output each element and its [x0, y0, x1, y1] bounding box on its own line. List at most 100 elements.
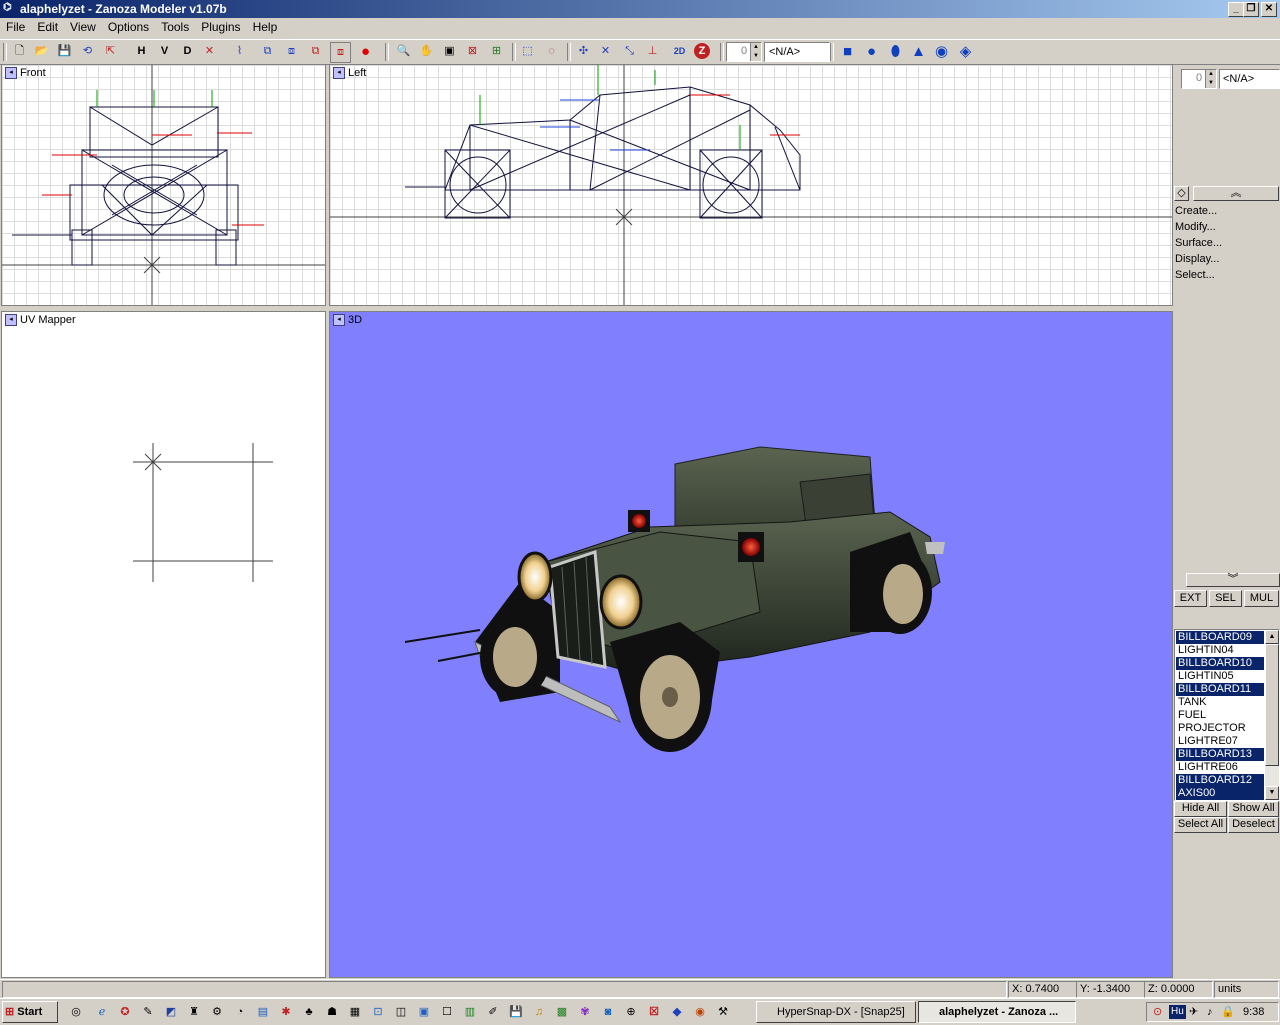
menu-tools[interactable]: Tools	[155, 18, 195, 34]
render-sphere-icon[interactable]: ●	[356, 42, 375, 61]
taskbar-button-hypersnap[interactable]: HyperSnap-DX - [Snap25]	[756, 1001, 916, 1023]
scroll-down-icon[interactable]: ▼	[1265, 786, 1279, 800]
mode-2d-button[interactable]: 2D	[670, 42, 689, 61]
circle-select-icon[interactable]: ◌	[542, 42, 561, 61]
command-surface[interactable]: Surface...	[1175, 237, 1222, 249]
menu-view[interactable]: View	[64, 18, 102, 34]
quicklaunch-icon[interactable]: ◉	[692, 1004, 708, 1020]
scroll-up-icon[interactable]: ▲	[1265, 630, 1279, 644]
quicklaunch-icon[interactable]: ◙	[600, 1004, 616, 1020]
scale-tool-icon[interactable]: ⤡	[620, 42, 639, 61]
quicklaunch-icon[interactable]: ▣	[416, 1004, 432, 1020]
object-list-item[interactable]: PROJECTOR	[1176, 722, 1264, 735]
restore-button[interactable]: ❐	[1243, 2, 1259, 17]
move-tool-icon[interactable]: ✣	[574, 42, 593, 61]
quicklaunch-icon[interactable]: ▤	[255, 1004, 271, 1020]
quicklaunch-icon[interactable]: ⚙	[209, 1004, 225, 1020]
create-cone-icon[interactable]: ▲	[909, 42, 928, 61]
object-list-item[interactable]: AXIS00	[1176, 787, 1264, 800]
command-select[interactable]: Select...	[1175, 269, 1215, 281]
create-torus-icon[interactable]: ◉	[932, 42, 951, 61]
object-list-item[interactable]: BILLBOARD09	[1176, 631, 1264, 644]
object-list-item[interactable]: LIGHTIN05	[1176, 670, 1264, 683]
box-select-icon[interactable]: ⧈	[282, 42, 301, 61]
menu-file[interactable]: File	[0, 18, 31, 34]
box-active-icon[interactable]: ⧈	[330, 42, 351, 63]
create-sphere-icon[interactable]: ●	[862, 42, 881, 61]
3d-viewport[interactable]: ◂ 3D	[329, 311, 1173, 978]
quicklaunch-icon[interactable]: ☐	[439, 1004, 455, 1020]
command-display[interactable]: Display...	[1175, 253, 1219, 265]
front-viewport[interactable]: ◂ Front	[1, 64, 326, 306]
zoom-icon[interactable]: 🔍	[394, 42, 413, 61]
tray-app-icon[interactable]: ⊙	[1153, 1005, 1162, 1020]
volume-icon[interactable]: ♪	[1207, 1005, 1213, 1020]
mul-button[interactable]: MUL	[1244, 590, 1279, 607]
browser-icon[interactable]: ℯ	[94, 1004, 110, 1020]
ext-button[interactable]: EXT	[1174, 590, 1207, 607]
menu-help[interactable]: Help	[247, 18, 284, 34]
minimize-button[interactable]: _	[1228, 2, 1244, 17]
scroll-thumb[interactable]	[1265, 644, 1279, 766]
quicklaunch-icon[interactable]: ◎	[68, 1004, 84, 1020]
quicklaunch-icon[interactable]: ⊡	[370, 1004, 386, 1020]
quicklaunch-icon[interactable]: ⚒	[715, 1004, 731, 1020]
viewport-menu-icon[interactable]: ◂	[333, 314, 345, 326]
quicklaunch-icon[interactable]: ◔	[232, 1004, 248, 1020]
expand-down-icon[interactable]: ︾	[1186, 573, 1280, 587]
axis-tool-icon[interactable]: ⊥	[643, 42, 662, 61]
object-list-item[interactable]: BILLBOARD10	[1176, 657, 1264, 670]
tray-app-icon[interactable]: ✈	[1189, 1005, 1198, 1020]
quicklaunch-icon[interactable]: ◆	[669, 1004, 685, 1020]
quicklaunch-icon[interactable]: ♣	[301, 1004, 317, 1020]
show-all-button[interactable]: Show All	[1228, 801, 1279, 817]
object-list-item[interactable]: FUEL	[1176, 709, 1264, 722]
quicklaunch-icon[interactable]: ♜	[186, 1004, 202, 1020]
quicklaunch-icon[interactable]: ✱	[278, 1004, 294, 1020]
menu-plugins[interactable]: Plugins	[195, 18, 246, 34]
rotate-tool-icon[interactable]: ✕	[596, 42, 615, 61]
panel-frame-name-field[interactable]: <N/A>	[1219, 69, 1280, 89]
language-indicator[interactable]: Hu	[1169, 1005, 1186, 1019]
uv-mapper-viewport[interactable]: ◂ UV Mapper	[1, 311, 326, 978]
close-button[interactable]: ✕	[1261, 2, 1277, 17]
lock-icon[interactable]: 🔒	[1221, 1005, 1235, 1020]
quicklaunch-icon[interactable]: ◩	[163, 1004, 179, 1020]
create-plane-icon[interactable]: ◈	[956, 42, 975, 61]
deselect-button[interactable]: Deselect	[1228, 817, 1279, 833]
open-folder-icon[interactable]: 📂	[32, 42, 51, 61]
quicklaunch-icon[interactable]: ☒	[646, 1004, 662, 1020]
box-wire-icon[interactable]: ⧉	[258, 42, 277, 61]
vertex-tool-icon[interactable]: ⌇	[230, 42, 249, 61]
start-button[interactable]: ⊞ Start	[2, 1001, 58, 1023]
select-all-button[interactable]: Select All	[1174, 817, 1227, 833]
new-file-icon[interactable]: 🗋	[10, 42, 29, 61]
quicklaunch-icon[interactable]: ✎	[140, 1004, 156, 1020]
mode-z-button[interactable]: Z	[694, 43, 710, 59]
create-cylinder-icon[interactable]: ⬮	[886, 42, 905, 61]
quicklaunch-icon[interactable]: ▥	[462, 1004, 478, 1020]
save-as-icon[interactable]: ⟲	[78, 42, 97, 61]
quicklaunch-icon[interactable]: ✐	[485, 1004, 501, 1020]
quicklaunch-icon[interactable]: ✾	[577, 1004, 593, 1020]
command-modify[interactable]: Modify...	[1175, 221, 1216, 233]
box-red-icon[interactable]: ⧉	[306, 42, 325, 61]
export-icon[interactable]: ⇱	[101, 42, 120, 61]
menu-edit[interactable]: Edit	[31, 18, 64, 34]
object-list-item[interactable]: BILLBOARD11	[1176, 683, 1264, 696]
object-list-item[interactable]: BILLBOARD13	[1176, 748, 1264, 761]
zoom-all-icon[interactable]: ⊞	[487, 42, 506, 61]
quicklaunch-icon[interactable]: ☗	[324, 1004, 340, 1020]
object-list-scrollbar[interactable]: ▲ ▼	[1265, 630, 1279, 800]
save-icon[interactable]: 💾	[55, 42, 74, 61]
pan-hand-icon[interactable]: ✋	[417, 42, 436, 61]
object-list-item[interactable]: LIGHTRE06	[1176, 761, 1264, 774]
frame-name-field[interactable]: <N/A>	[764, 42, 830, 62]
object-list-item[interactable]: TANK	[1176, 696, 1264, 709]
view-v-button[interactable]: V	[155, 42, 174, 61]
hide-all-button[interactable]: Hide All	[1174, 801, 1227, 817]
object-list-item[interactable]: LIGHTIN04	[1176, 644, 1264, 657]
object-list-item[interactable]: LIGHTRE07	[1176, 735, 1264, 748]
zoom-extents-icon[interactable]: ⊠	[463, 42, 482, 61]
taskbar-button-zanoza[interactable]: alaphelyzet - Zanoza ...	[918, 1001, 1076, 1023]
